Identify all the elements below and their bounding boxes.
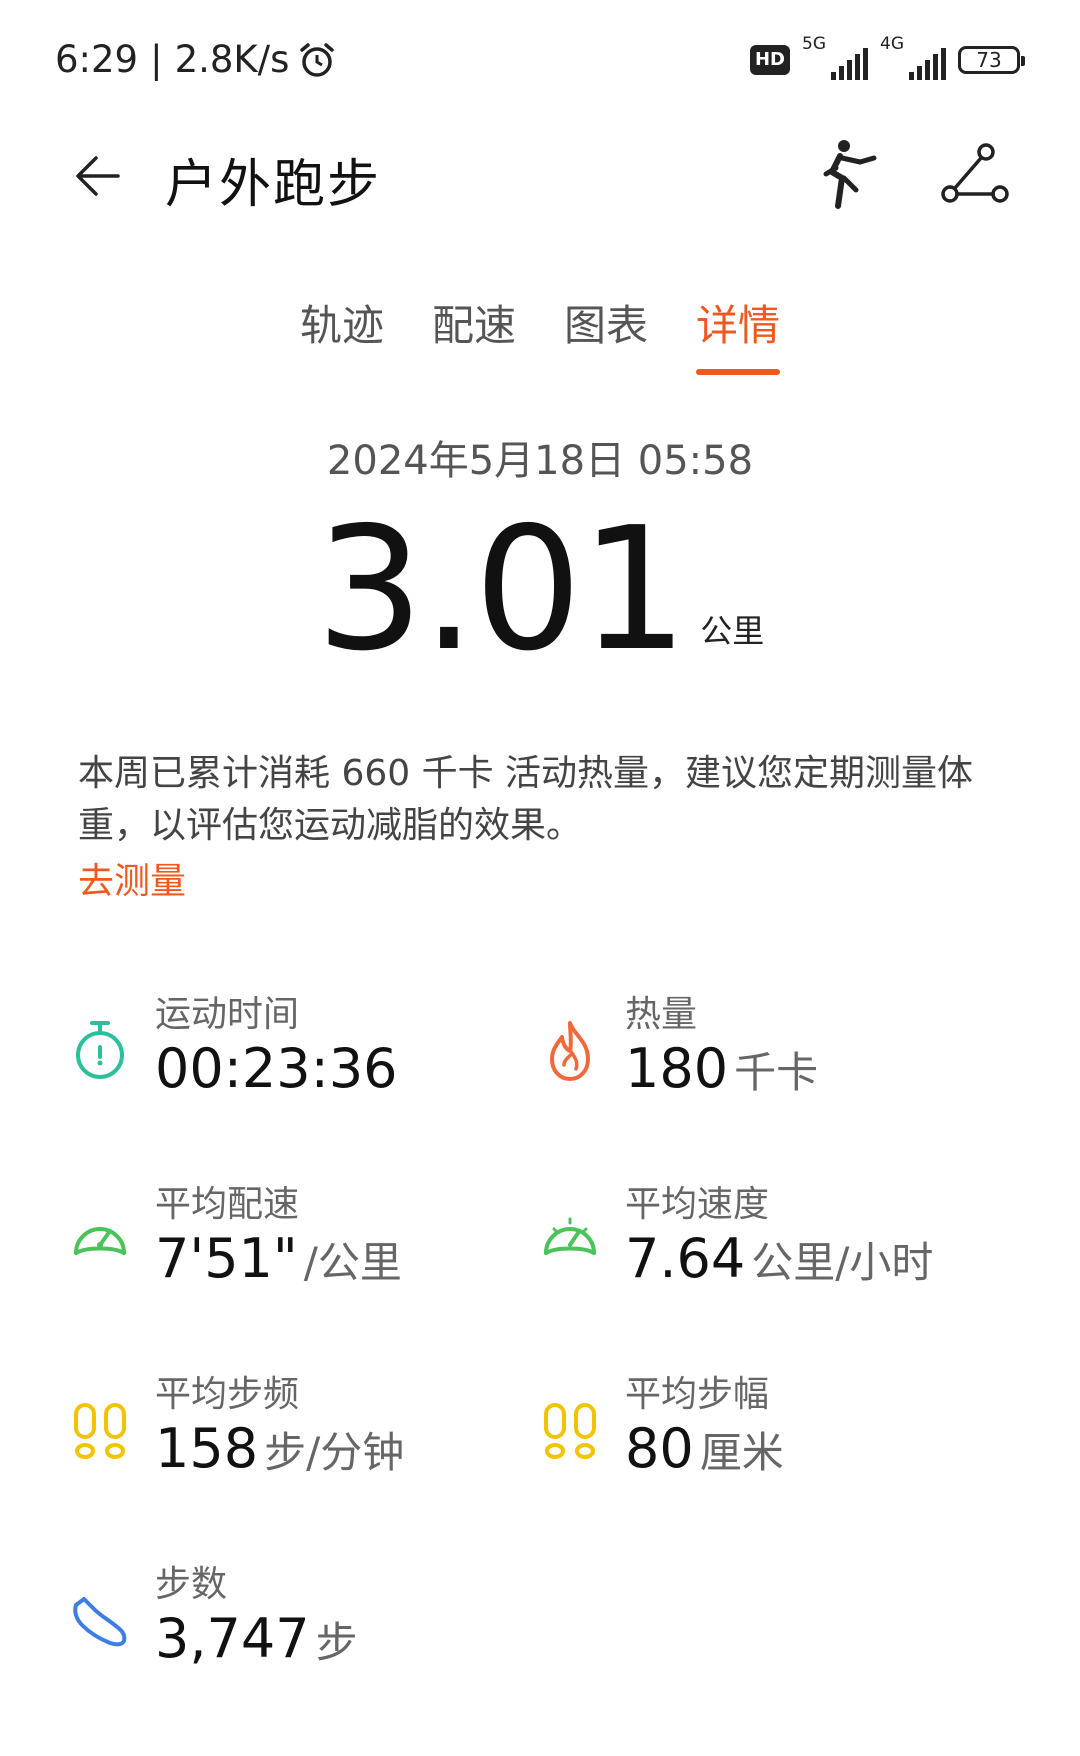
metric-value: 80 厘米 bbox=[625, 1417, 784, 1480]
stride-unit: 厘米 bbox=[699, 1428, 784, 1477]
signal-4g-label: 4G bbox=[880, 34, 904, 54]
signal-5g-label: 5G bbox=[802, 34, 826, 54]
calorie-tip-text: 本周已累计消耗 660 千卡 活动热量，建议您定期测量体重，以评估您运动减脂的效… bbox=[78, 753, 974, 846]
metric-value: 3,747 步 bbox=[155, 1607, 358, 1670]
distance-unit: 公里 bbox=[700, 612, 765, 650]
metric-avg-speed: 平均速度 7.64 公里/小时 bbox=[540, 1175, 1000, 1305]
workout-datetime: 2024年5月18日 05:58 bbox=[326, 438, 754, 484]
avg-speed-unit: 公里/小时 bbox=[751, 1238, 934, 1287]
status-separator: | bbox=[150, 38, 163, 81]
app-header: 户外跑步 bbox=[0, 120, 1080, 230]
status-right: HD 5G 4G 73 bbox=[749, 34, 1025, 80]
status-left: 6:29 | 2.8K/s bbox=[55, 38, 337, 81]
metric-label: 步数 bbox=[155, 1564, 228, 1605]
stride-value: 80 bbox=[625, 1417, 694, 1480]
footprints-icon bbox=[544, 1403, 596, 1459]
metric-value: 00:23:36 bbox=[155, 1037, 398, 1100]
battery-level: 73 bbox=[976, 48, 1002, 72]
metric-value: 158 步/分钟 bbox=[155, 1417, 404, 1480]
metric-calories: 热量 180 千卡 bbox=[540, 985, 1000, 1115]
route-share-icon[interactable] bbox=[940, 142, 1010, 206]
tab-track[interactable]: 轨迹 bbox=[300, 292, 384, 375]
steps-value: 3,747 bbox=[155, 1607, 310, 1670]
metric-label: 热量 bbox=[625, 994, 698, 1035]
metric-value: 180 千卡 bbox=[625, 1037, 818, 1100]
metric-label: 平均步频 bbox=[155, 1374, 300, 1415]
footprints-icon bbox=[74, 1403, 126, 1459]
metric-label: 平均速度 bbox=[625, 1184, 770, 1225]
alarm-icon bbox=[300, 42, 335, 77]
metric-steps: 步数 3,747 步 bbox=[70, 1555, 530, 1685]
tab-charts[interactable]: 图表 bbox=[564, 292, 648, 375]
flame-icon bbox=[550, 1021, 590, 1081]
measure-link[interactable]: 去测量 bbox=[78, 852, 186, 904]
metric-label: 运动时间 bbox=[155, 994, 300, 1035]
tab-details[interactable]: 详情 bbox=[696, 292, 781, 375]
status-net-speed: 2.8K/s bbox=[174, 38, 290, 81]
calories-unit: 千卡 bbox=[734, 1048, 819, 1097]
cadence-value: 158 bbox=[155, 1417, 259, 1480]
metric-duration: 运动时间 00:23:36 bbox=[70, 985, 530, 1115]
signal-5g-icon: 5G bbox=[802, 34, 868, 80]
speedometer-icon bbox=[74, 1227, 126, 1255]
metric-cadence: 平均步频 158 步/分钟 bbox=[70, 1365, 530, 1495]
metric-label: 平均配速 bbox=[155, 1184, 300, 1225]
tab-bar: 轨迹 配速 图表 详情 bbox=[0, 292, 1080, 375]
steps-unit: 步 bbox=[315, 1618, 358, 1667]
stopwatch-icon bbox=[76, 1021, 124, 1079]
runner-pose-icon[interactable] bbox=[818, 138, 878, 210]
shoe-icon bbox=[73, 1597, 127, 1647]
battery-icon: 73 bbox=[958, 46, 1025, 74]
hd-badge: HD bbox=[749, 45, 790, 75]
avg-pace-value: 7'51" bbox=[155, 1227, 298, 1290]
calories-value: 180 bbox=[625, 1037, 729, 1100]
distance-value: 3.01 bbox=[315, 491, 689, 689]
metric-value: 7'51"/公里 bbox=[155, 1227, 402, 1290]
gauge-icon bbox=[544, 1217, 596, 1255]
status-bar: 6:29 | 2.8K/s HD 5G 4G 73 bbox=[0, 0, 1080, 120]
tab-pace[interactable]: 配速 bbox=[432, 292, 516, 375]
back-arrow-icon[interactable] bbox=[68, 146, 128, 206]
cadence-unit: 步/分钟 bbox=[264, 1428, 405, 1477]
metric-label: 平均步幅 bbox=[625, 1374, 770, 1415]
metric-stride: 平均步幅 80 厘米 bbox=[540, 1365, 1000, 1495]
duration-value: 00:23:36 bbox=[155, 1037, 398, 1100]
page-title: 户外跑步 bbox=[165, 155, 382, 215]
metric-avg-pace: 平均配速 7'51"/公里 bbox=[70, 1175, 530, 1305]
avg-pace-unit: /公里 bbox=[303, 1238, 402, 1287]
avg-speed-value: 7.64 bbox=[625, 1227, 746, 1290]
signal-4g-icon: 4G bbox=[880, 34, 946, 80]
distance-block: 3.01 公里 bbox=[0, 500, 1080, 680]
status-time: 6:29 bbox=[55, 38, 139, 81]
metric-value: 7.64 公里/小时 bbox=[625, 1227, 933, 1290]
